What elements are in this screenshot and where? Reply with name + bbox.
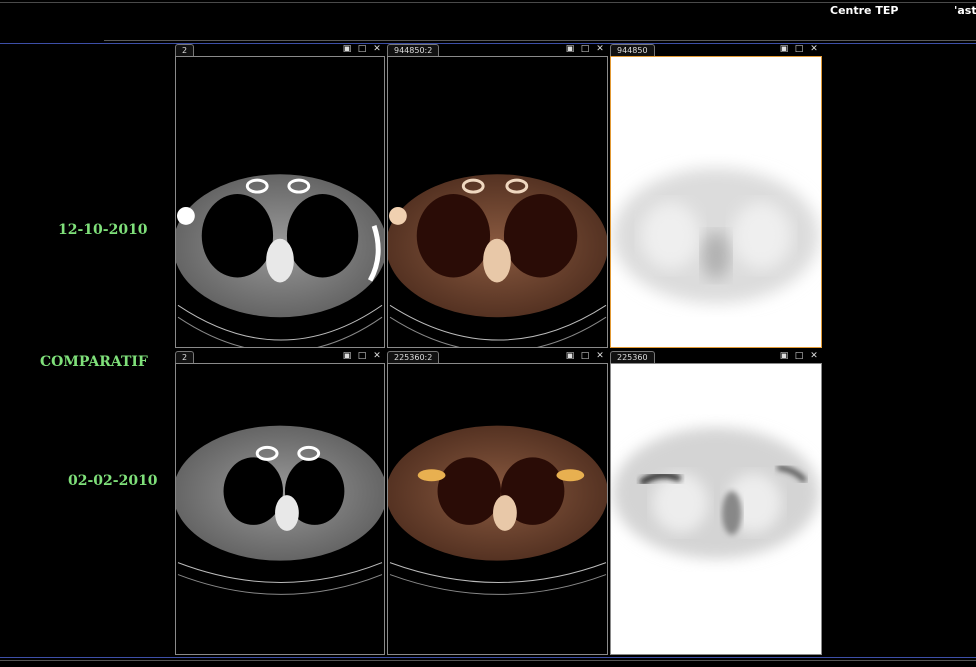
viewport-header: 944850:2 ▣ □ ✕ [387,44,608,56]
top-divider [0,2,976,3]
brand-label-right: 'ast [954,4,976,17]
viewport-tab[interactable]: 225360 [610,351,655,363]
maximize-icon[interactable]: □ [793,44,805,55]
viewport-fusion-top[interactable]: 944850:2 ▣ □ ✕ [387,44,608,348]
maximize-icon[interactable]: □ [579,44,591,55]
pet-image-bottom[interactable] [610,363,822,655]
viewport-header: 225360 ▣ □ ✕ [610,351,822,363]
date-label-top: 12-10-2010 [58,222,148,238]
close-icon[interactable]: ✕ [594,351,606,362]
viewport-header: 225360:2 ▣ □ ✕ [387,351,608,363]
viewport-tab[interactable]: 944850:2 [387,44,440,56]
date-label-bottom: 02-02-2010 [68,473,158,489]
close-icon[interactable]: ✕ [371,351,383,362]
top-bar: Centre TEP 'ast [0,0,976,44]
close-icon[interactable]: ✕ [808,44,820,55]
viewport-fusion-bottom[interactable]: 225360:2 ▣ □ ✕ [387,351,608,655]
fusion-scan-top [388,174,607,347]
fusion-image-top[interactable] [387,56,608,348]
settings-icon[interactable]: ▣ [778,44,790,55]
bottom-divider [0,657,976,658]
fusion-image-bottom[interactable] [387,363,608,655]
top-divider-secondary [104,40,976,41]
pet-scan-top [611,57,821,347]
settings-icon[interactable]: ▣ [564,44,576,55]
ct-scan-bottom [176,425,384,595]
maximize-icon[interactable]: □ [356,351,368,362]
fusion-scan-bottom [388,425,607,595]
pet-scan-bottom [611,364,821,654]
viewport-tab[interactable]: 944850 [610,44,655,56]
viewport-tab[interactable]: 225360:2 [387,351,440,363]
brand-label: Centre TEP [830,4,899,17]
ct-scan-top [176,174,384,347]
viewport-ct-bottom[interactable]: 2 ▣ □ ✕ [175,351,385,655]
settings-icon[interactable]: ▣ [564,351,576,362]
settings-icon[interactable]: ▣ [341,351,353,362]
close-icon[interactable]: ✕ [594,44,606,55]
settings-icon[interactable]: ▣ [778,351,790,362]
viewport-pet-bottom[interactable]: 225360 ▣ □ ✕ [610,351,822,655]
bottom-divider-secondary [0,660,976,661]
maximize-icon[interactable]: □ [356,44,368,55]
viewport-tab[interactable]: 2 [175,351,195,363]
viewport-tab[interactable]: 2 [175,44,195,56]
bottom-bar [0,655,976,667]
settings-icon[interactable]: ▣ [341,44,353,55]
maximize-icon[interactable]: □ [579,351,591,362]
close-icon[interactable]: ✕ [371,44,383,55]
viewport-header: 944850 ▣ □ ✕ [610,44,822,56]
pet-image-top[interactable] [610,56,822,348]
viewport-pet-top[interactable]: 944850 ▣ □ ✕ [610,44,822,348]
maximize-icon[interactable]: □ [793,351,805,362]
viewport-ct-top[interactable]: 2 ▣ □ ✕ [175,44,385,348]
comparatif-label: COMPARATIF [40,354,148,370]
ct-image-bottom[interactable] [175,363,385,655]
close-icon[interactable]: ✕ [808,351,820,362]
viewport-header: 2 ▣ □ ✕ [175,44,385,56]
viewport-header: 2 ▣ □ ✕ [175,351,385,363]
ct-image-top[interactable] [175,56,385,348]
